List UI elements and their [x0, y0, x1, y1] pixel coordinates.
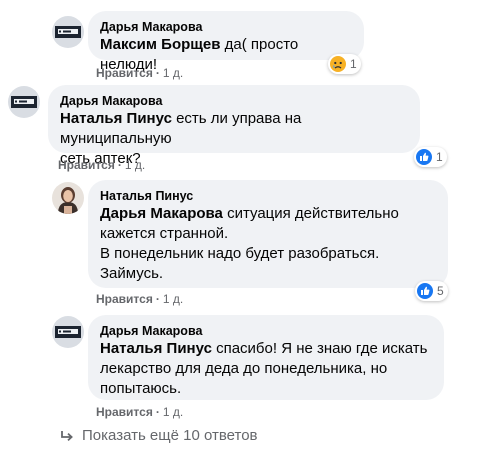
comment-author[interactable]: Дарья Макарова: [60, 93, 408, 109]
reaction-count-text: 1: [436, 150, 443, 164]
reaction-count[interactable]: 1: [328, 54, 361, 74]
reply-arrow-icon: [61, 431, 73, 442]
comment-time[interactable]: 1 д.: [125, 158, 145, 172]
like-thumb-icon: [416, 149, 432, 165]
like-button[interactable]: Нравится: [58, 158, 115, 172]
mention-link[interactable]: Максим Борщев: [100, 36, 220, 53]
avatar[interactable]: [52, 182, 84, 214]
comment-text: Дарья Макарова ситуация действительно каж…: [100, 205, 399, 282]
reaction-count[interactable]: 1: [414, 147, 447, 167]
show-more-replies-label: Показать ещё 10 ответов: [82, 427, 258, 444]
mention-link[interactable]: Наталья Пинус: [60, 110, 172, 127]
avatar-image-icon: [8, 86, 40, 118]
comment-author[interactable]: Наталья Пинус: [100, 188, 436, 204]
comment-time[interactable]: 1 д.: [163, 405, 183, 419]
like-button[interactable]: Нравится: [96, 292, 153, 306]
reaction-count[interactable]: 5: [415, 281, 448, 301]
avatar[interactable]: [52, 316, 84, 348]
show-more-replies-button[interactable]: Показать ещё 10 ответов: [60, 426, 258, 446]
avatar[interactable]: [8, 86, 40, 118]
comment-meta: Нравится · 1 д.: [58, 158, 146, 172]
sad-face-icon: [330, 56, 346, 72]
avatar-image-icon: [52, 316, 84, 348]
avatar[interactable]: [52, 16, 84, 48]
reaction-count-text: 5: [437, 284, 444, 298]
like-thumb-icon: [417, 283, 433, 299]
mention-link[interactable]: Дарья Макарова: [100, 205, 223, 222]
comment-bubble: Наталья Пинус Дарья Макарова ситуация де…: [88, 180, 448, 288]
comment-text: Наталья Пинус спасибо! Я не знаю где иск…: [100, 340, 428, 397]
comment-time[interactable]: 1 д.: [163, 292, 183, 306]
comment-author[interactable]: Дарья Макарова: [100, 19, 352, 35]
avatar-image-icon: [52, 16, 84, 48]
avatar-photo-icon: [52, 182, 84, 214]
comment-author[interactable]: Дарья Макарова: [100, 323, 432, 339]
mention-link[interactable]: Наталья Пинус: [100, 340, 212, 357]
comment-meta: Нравится · 1 д.: [96, 292, 184, 306]
comment-bubble: Дарья Макарова Наталья Пинус спасибо! Я …: [88, 315, 444, 400]
reaction-count-text: 1: [350, 57, 357, 71]
comment-bubble: Дарья Макарова Максим Борщев да( просто …: [88, 11, 364, 73]
like-button[interactable]: Нравится: [96, 66, 153, 80]
like-button[interactable]: Нравится: [96, 405, 153, 419]
comment-bubble: Дарья Макарова Наталья Пинус есть ли упр…: [48, 85, 420, 167]
comment-time[interactable]: 1 д.: [163, 66, 183, 80]
comment-meta: Нравится · 1 д.: [96, 66, 184, 80]
comment-meta: Нравится · 1 д.: [96, 405, 184, 419]
